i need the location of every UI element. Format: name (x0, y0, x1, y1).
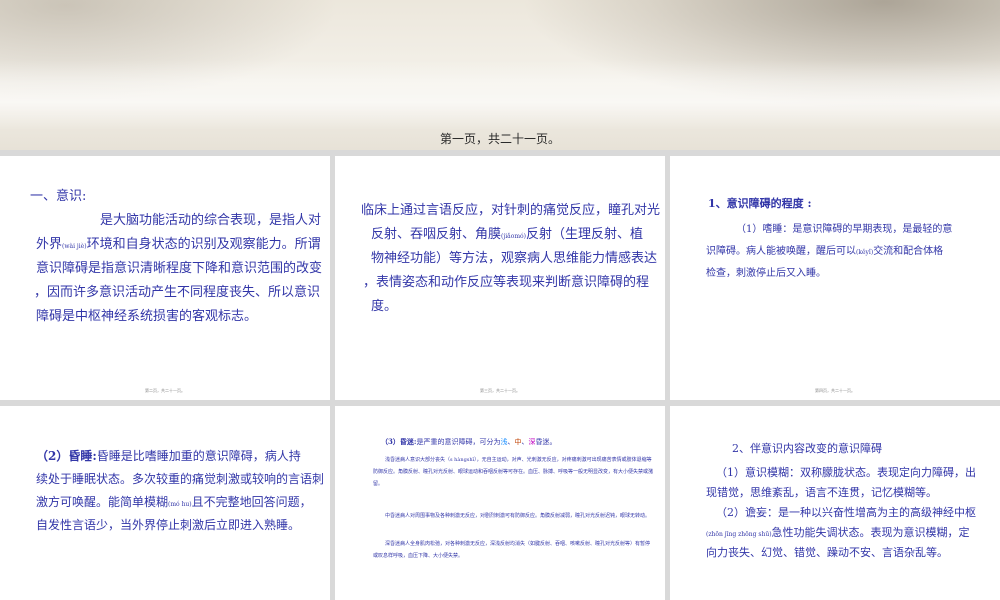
slide-text: 检查，刺激停止后又入睡。 (706, 268, 826, 279)
slide-thumbnail-6[interactable]: （3）昏迷:是严重的意识障碍，可分为浅、中、深昏迷。 浅昏迷病人意识大部分丧失（… (335, 406, 665, 600)
slide-text: 物神经功能）等方法，观察病人思维能力情感表达 (371, 251, 658, 266)
slide-text: 度。 (371, 299, 398, 314)
slide-footer: 第二页，共二十一页。 (145, 388, 185, 393)
slide-text: 向力丧失、幻觉、错觉、躁动不安、言语杂乱等。 (706, 546, 948, 559)
cover-slide: 第一页，共二十一页。 (0, 0, 1000, 150)
slide-text: （1）意识模糊：双称朦胧状态。表现定向力障碍，出 (716, 466, 976, 479)
slide-heading: 1、意识障碍的程度 : (708, 197, 812, 210)
slide-text: 临床上通过言语反应，对针刺的痛觉反应，瞳孔对光 (361, 203, 661, 218)
slide-text: ，表情姿态和动作反应等表现来判断意识障碍的程 (363, 275, 650, 290)
slide-text: 外界(wài jiè)环境和自身状态的识别及观察能力。所谓 (36, 237, 321, 252)
slide-text: 自发性言语少，当外界停止刺激后立即进入熟睡。 (36, 518, 301, 532)
slide-thumbnail-4[interactable]: 1、意识障碍的程度 : （1）嗜睡：是意识障碍的早期表现，是最轻的意 识障碍。病… (670, 156, 1000, 400)
slide-text: （2）昏睡:昏睡是比嗜睡加重的意识障碍，病人持 (36, 449, 301, 463)
slide-text: （1）嗜睡：是意识障碍的早期表现，是最轻的意 (736, 224, 953, 235)
slide-footer: 第四页，共二十一页。 (815, 388, 855, 393)
slide-heading: 2、伴意识内容改变的意识障碍 (732, 442, 882, 455)
slide-paragraph: 中昏迷病人对周围事物及各种刺激无反应，对剧烈刺激可有防御反应。角膜反射减弱，瞳孔… (385, 513, 651, 519)
slide-thumbnail-3[interactable]: 临床上通过言语反应，对针刺的痛觉反应，瞳孔对光 反射、吞咽反射、角膜(jiǎom… (335, 156, 665, 400)
slide-thumbnail-2[interactable]: 一、意识: 是大脑功能活动的综合表现，是指人对 外界(wài jiè)环境和自身… (0, 156, 330, 400)
slide-text: 是大脑功能活动的综合表现，是指人对 (100, 213, 322, 228)
slide-text: 反射、吞咽反射、角膜(jiǎomó)反射（生理反射、植 (371, 227, 643, 242)
slide-text: （2）谵妄：是一种以兴奋性增高为主的高级神经中枢 (716, 506, 976, 519)
slide-text: 意识障碍是指意识清晰程度下降和意识范围的改变 (36, 261, 323, 276)
slide-text: 现错觉，思维紊乱，语言不连贯，记忆模糊等。 (706, 486, 937, 499)
cover-caption: 第一页，共二十一页。 (439, 132, 560, 146)
slide-footer: 第三页，共二十一页。 (480, 388, 520, 393)
slide-text: 续处于睡眠状态。多次较重的痛觉刺激或较响的言语刺 (36, 472, 325, 486)
slide-text: 障碍是中枢神经系统损害的客观标志。 (36, 309, 258, 324)
slide-heading: 一、意识: (30, 189, 87, 204)
slide-paragraph: 深昏迷病人全身肌肉松弛，对各种刺激无反应，深浅反射均消失（如腱反射、吞咽、咳嗽反… (373, 541, 651, 559)
slide-paragraph: 浅昏迷病人意识大部分丧失（s hàngshī），无自主运动，对声、光刺激无反应，… (373, 457, 654, 487)
slide-thumbnail-5[interactable]: （2）昏睡:昏睡是比嗜睡加重的意识障碍，病人持 续处于睡眠状态。多次较重的痛觉刺… (0, 406, 330, 600)
slide-text: 识障碍。病人能被唤醒，醒后可以(kěyǐ)交流和配合体格 (706, 246, 944, 257)
slide-heading: （3）昏迷:是严重的意识障碍，可分为浅、中、深昏迷。 (381, 437, 557, 446)
slide-text: ，因而许多意识活动产生不同程度丧失、所以意识 (34, 285, 321, 300)
slide-thumbnail-7[interactable]: 2、伴意识内容改变的意识障碍 （1）意识模糊：双称朦胧状态。表现定向力障碍，出 … (670, 406, 1000, 600)
fog-decoration (0, 60, 1000, 130)
